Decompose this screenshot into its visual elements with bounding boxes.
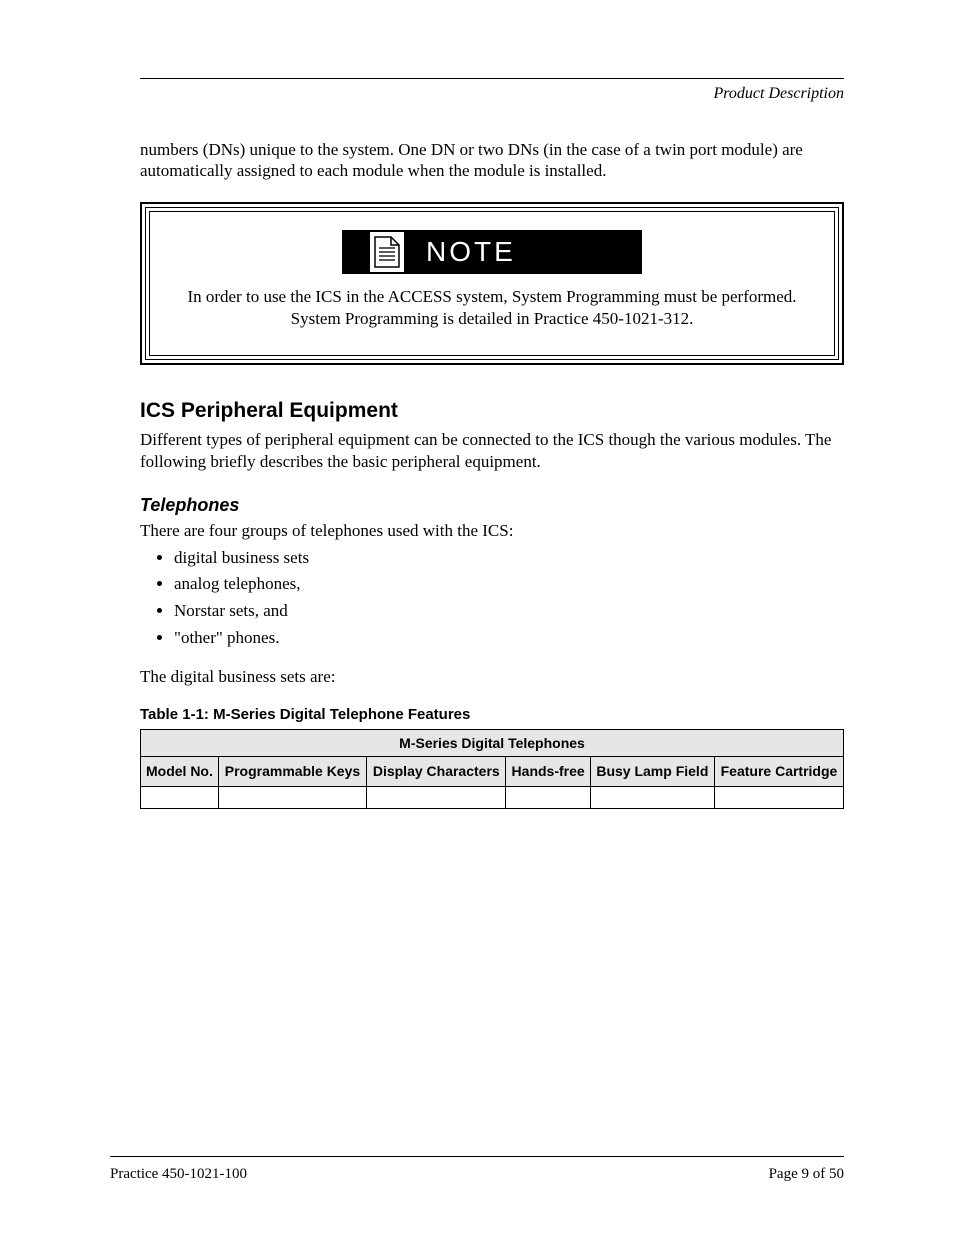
col-header: Busy Lamp Field (590, 756, 714, 787)
col-header: Feature Cartridge (714, 756, 843, 787)
table-cell (590, 787, 714, 809)
list-item: "other" phones. (174, 626, 844, 651)
section-heading: ICS Peripheral Equipment (140, 399, 844, 423)
section-text: Different types of peripheral equipment … (140, 429, 844, 473)
subsection-heading: Telephones (140, 495, 844, 516)
note-label: NOTE (426, 236, 516, 268)
footer-right: Page 9 of 50 (769, 1166, 844, 1183)
note-text: In order to use the ICS in the ACCESS sy… (166, 286, 818, 332)
col-header: Programmable Keys (218, 756, 366, 787)
col-header: Hands-free (506, 756, 590, 787)
table-cell (218, 787, 366, 809)
digital-sets-intro: The digital business sets are: (140, 666, 844, 688)
col-header: Model No. (141, 756, 219, 787)
note-banner: NOTE (342, 230, 642, 274)
note-box-mid: NOTE In order to use the ICS in the ACCE… (145, 207, 839, 361)
document-icon (370, 232, 404, 272)
list-item: digital business sets (174, 546, 844, 571)
list-item: analog telephones, (174, 572, 844, 597)
table-cell (506, 787, 590, 809)
footer-left: Practice 450-1021-100 (110, 1166, 247, 1183)
table-cell (367, 787, 506, 809)
header-rule (140, 78, 844, 79)
table-row (141, 787, 844, 809)
col-header: Display Characters (367, 756, 506, 787)
footer-rule (110, 1156, 844, 1157)
note-box: NOTE In order to use the ICS in the ACCE… (140, 202, 844, 366)
running-title: Product Description (140, 85, 844, 103)
table-caption: Table 1-1: M-Series Digital Telephone Fe… (140, 706, 844, 723)
telephone-groups-list: digital business sets analog telephones,… (140, 546, 844, 651)
table-cell (141, 787, 219, 809)
page-footer: Practice 450-1021-100 Page 9 of 50 (110, 1166, 844, 1183)
telephones-intro: There are four groups of telephones used… (140, 520, 844, 542)
list-item: Norstar sets, and (174, 599, 844, 624)
spec-table: M-Series Digital Telephones Model No. Pr… (140, 729, 844, 810)
intro-paragraph: numbers (DNs) unique to the system. One … (140, 139, 844, 182)
note-box-inner: NOTE In order to use the ICS in the ACCE… (149, 211, 835, 357)
table-cell (714, 787, 843, 809)
table-title: M-Series Digital Telephones (141, 729, 844, 756)
